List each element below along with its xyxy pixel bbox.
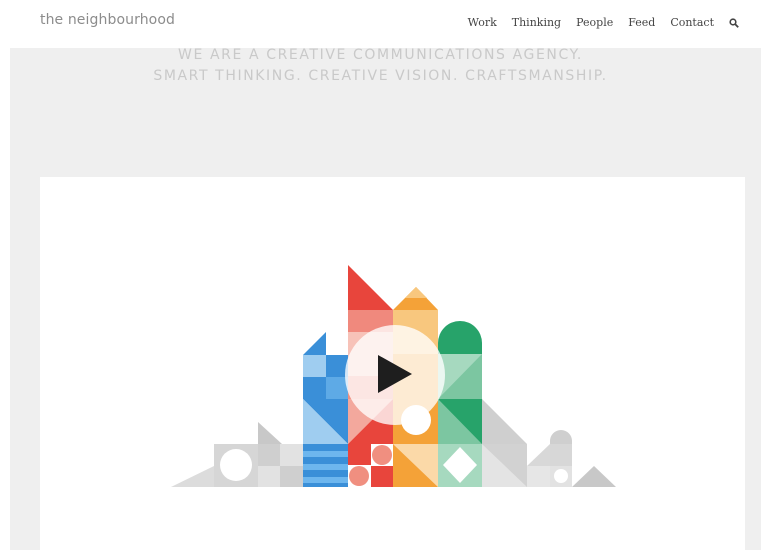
- play-icon: [378, 355, 412, 393]
- video-play-button[interactable]: [345, 325, 445, 425]
- geometric-city-illustration: [171, 265, 616, 487]
